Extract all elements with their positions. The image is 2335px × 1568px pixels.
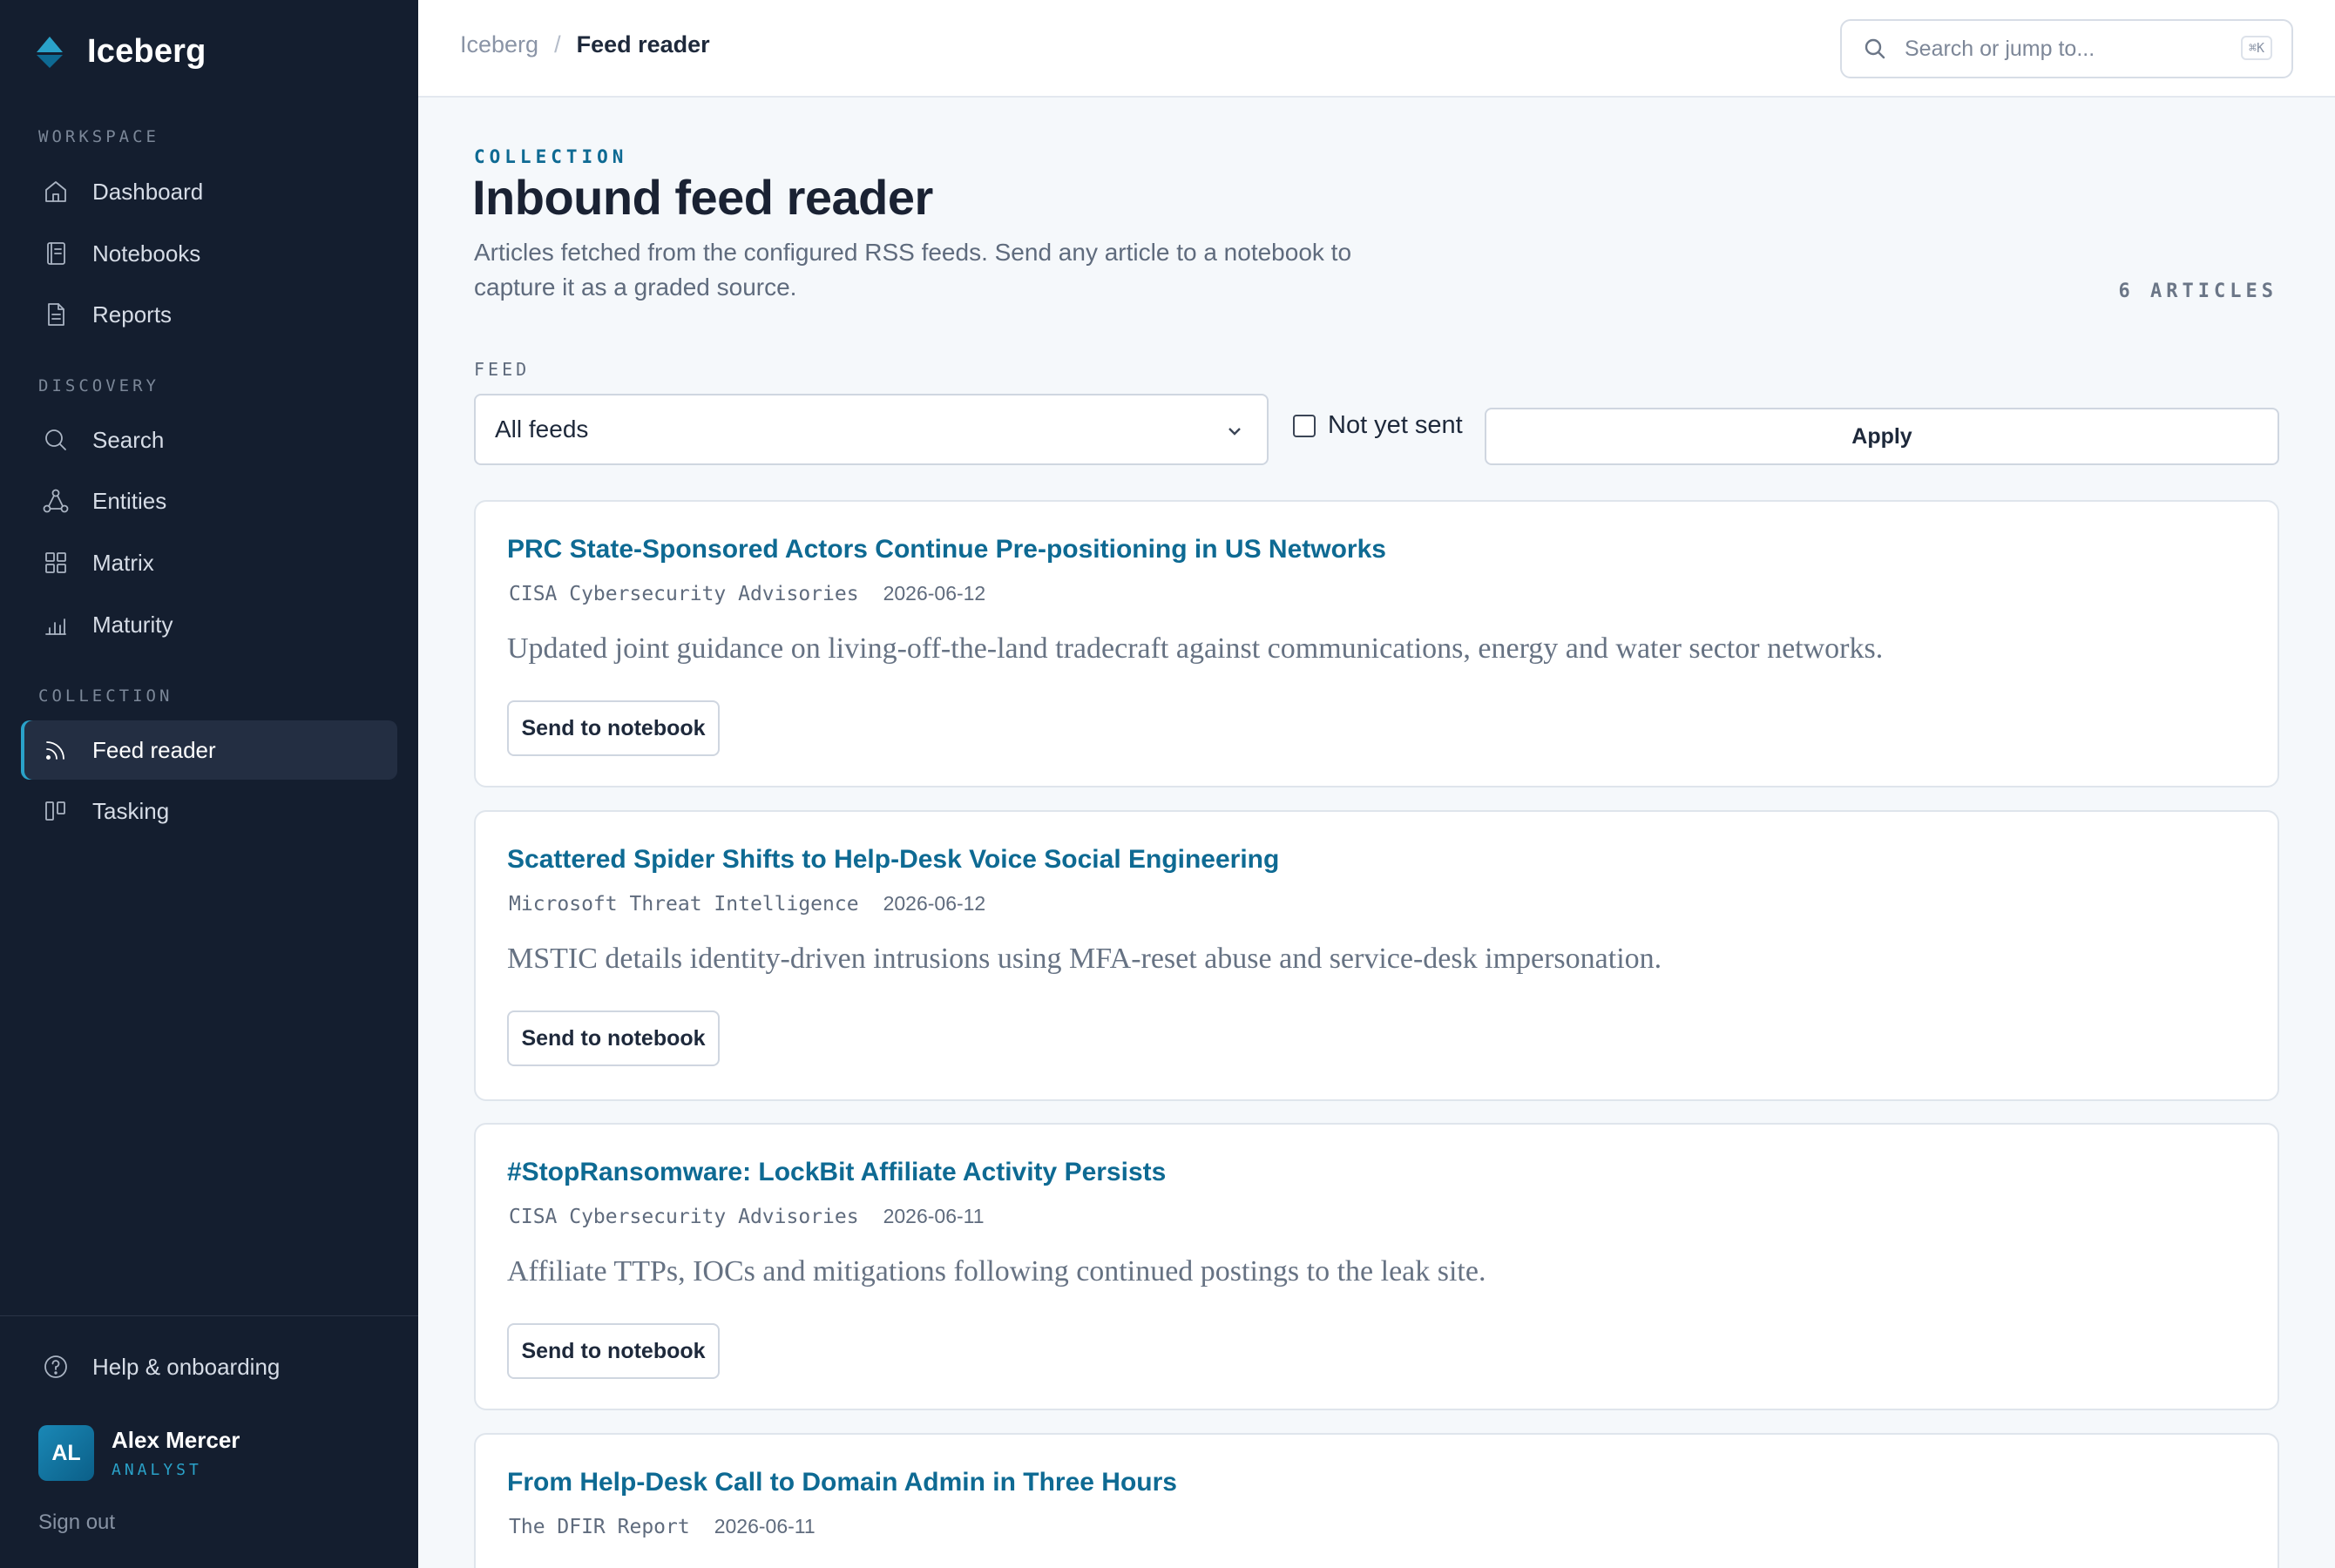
user-profile[interactable]: AL Alex Mercer ANALYST: [38, 1425, 240, 1481]
sidebar-item-search[interactable]: Search: [21, 410, 397, 470]
article-meta: CISA Cybersecurity Advisories 2026-06-11: [509, 1205, 985, 1228]
sidebar-item-entities[interactable]: Entities: [21, 471, 397, 531]
nav-section-workspace: WORKSPACE: [38, 127, 159, 146]
apply-button[interactable]: Apply: [1485, 408, 2279, 465]
feed-select-value: All feeds: [495, 416, 589, 443]
sidebar-item-label: Feed reader: [92, 736, 216, 763]
sidebar-item-label: Dashboard: [92, 178, 204, 205]
article-source: CISA Cybersecurity Advisories: [509, 1206, 859, 1228]
feed-filter-label: FEED: [474, 359, 531, 380]
grid-icon: [45, 552, 66, 573]
search-icon: [1865, 38, 1885, 59]
breadcrumb-separator: /: [554, 31, 561, 57]
user-role: ANALYST: [112, 1461, 202, 1479]
global-search[interactable]: ⌘K: [1840, 19, 2293, 78]
user-name: Alex Mercer: [112, 1427, 240, 1453]
sidebar: Iceberg WORKSPACE Dashboard Notebooks Re…: [0, 0, 418, 1568]
not-yet-sent-checkbox[interactable]: [1293, 414, 1316, 437]
bar-chart-icon: [45, 618, 66, 635]
search-icon: [45, 429, 66, 450]
help-circle-icon: [44, 1355, 67, 1378]
nav-section-discovery: DISCOVERY: [38, 376, 159, 395]
sidebar-item-label: Reports: [92, 301, 173, 328]
feed-select[interactable]: All feeds: [474, 394, 1269, 465]
sign-out-link[interactable]: Sign out: [38, 1511, 115, 1535]
sidebar-item-label: Help & onboarding: [92, 1353, 281, 1380]
article-summary: Updated joint guidance on living-off-the…: [507, 632, 1884, 665]
nav-section-collection: COLLECTION: [38, 686, 173, 706]
article-title-link[interactable]: From Help-Desk Call to Domain Admin in T…: [507, 1468, 1177, 1497]
search-input[interactable]: [1905, 36, 2218, 62]
article-source: The DFIR Report: [509, 1516, 690, 1538]
article-date: 2026-06-12: [883, 892, 986, 915]
breadcrumb-current: Feed reader: [576, 31, 710, 57]
breadcrumb: Iceberg / Feed reader: [460, 31, 710, 58]
sidebar-item-help[interactable]: Help & onboarding: [21, 1337, 397, 1396]
rss-icon: [46, 741, 64, 760]
sidebar-item-label: Tasking: [92, 797, 170, 824]
article-card: From Help-Desk Call to Domain Admin in T…: [474, 1433, 2279, 1568]
article-title-link[interactable]: PRC State-Sponsored Actors Continue Pre-…: [507, 535, 1386, 564]
page-title: Inbound feed reader: [472, 170, 933, 225]
home-icon: [45, 181, 66, 202]
sidebar-item-label: Notebooks: [92, 240, 201, 267]
send-to-notebook-button[interactable]: Send to notebook: [507, 1323, 720, 1379]
article-source: CISA Cybersecurity Advisories: [509, 583, 859, 605]
sidebar-item-reports[interactable]: Reports: [21, 285, 397, 344]
app-name: Iceberg: [87, 33, 206, 70]
kanban-icon: [45, 801, 65, 821]
article-summary: Affiliate TTPs, IOCs and mitigations fol…: [507, 1255, 1486, 1288]
sidebar-divider: [0, 1315, 418, 1316]
sidebar-item-dashboard[interactable]: Dashboard: [21, 162, 397, 221]
avatar: AL: [38, 1425, 94, 1481]
sidebar-item-label: Maturity: [92, 611, 173, 638]
topbar: Iceberg / Feed reader ⌘K: [418, 0, 2335, 98]
article-meta: CISA Cybersecurity Advisories 2026-06-12: [509, 582, 985, 605]
article-date: 2026-06-11: [714, 1515, 816, 1538]
notebook-icon: [47, 242, 65, 265]
main-content: COLLECTION Inbound feed reader Articles …: [418, 98, 2335, 1568]
article-card: Scattered Spider Shifts to Help-Desk Voi…: [474, 810, 2279, 1101]
sidebar-item-label: Entities: [92, 487, 167, 514]
article-title-link[interactable]: Scattered Spider Shifts to Help-Desk Voi…: [507, 845, 1279, 875]
sidebar-item-feed-reader[interactable]: Feed reader: [21, 720, 397, 780]
not-yet-sent-filter[interactable]: Not yet sent: [1293, 411, 1463, 440]
sidebar-item-matrix[interactable]: Matrix: [21, 533, 397, 592]
report-icon: [48, 303, 64, 326]
article-source: Microsoft Threat Intelligence: [509, 893, 859, 916]
sidebar-item-notebooks[interactable]: Notebooks: [21, 224, 397, 283]
sidebar-item-label: Matrix: [92, 549, 154, 576]
breadcrumb-root[interactable]: Iceberg: [460, 31, 538, 58]
article-meta: The DFIR Report 2026-06-11: [509, 1515, 816, 1538]
send-to-notebook-button[interactable]: Send to notebook: [507, 1010, 720, 1066]
sidebar-item-tasking[interactable]: Tasking: [21, 781, 397, 841]
page-description: Articles fetched from the configured RSS…: [474, 239, 1352, 301]
article-title-link[interactable]: #StopRansomware: LockBit Affiliate Activ…: [507, 1158, 1166, 1187]
article-meta: Microsoft Threat Intelligence 2026-06-12: [509, 892, 985, 916]
article-date: 2026-06-12: [883, 582, 986, 605]
sidebar-item-label: Search: [92, 426, 165, 453]
not-yet-sent-label: Not yet sent: [1328, 411, 1463, 439]
chevron-down-icon: [1228, 428, 1241, 436]
article-card: #StopRansomware: LockBit Affiliate Activ…: [474, 1123, 2279, 1410]
article-card: PRC State-Sponsored Actors Continue Pre-…: [474, 500, 2279, 787]
article-count: 6 ARTICLES: [2118, 280, 2277, 302]
search-shortcut-badge: ⌘K: [2240, 36, 2272, 60]
send-to-notebook-button[interactable]: Send to notebook: [507, 700, 720, 756]
iceberg-logo-icon: [37, 36, 63, 68]
page-eyebrow: COLLECTION: [474, 146, 628, 167]
article-date: 2026-06-11: [883, 1205, 985, 1227]
article-summary: MSTIC details identity-driven intrusions…: [507, 943, 1662, 975]
sidebar-item-maturity[interactable]: Maturity: [21, 595, 397, 654]
graph-icon: [43, 489, 69, 513]
brand[interactable]: Iceberg: [35, 33, 206, 71]
